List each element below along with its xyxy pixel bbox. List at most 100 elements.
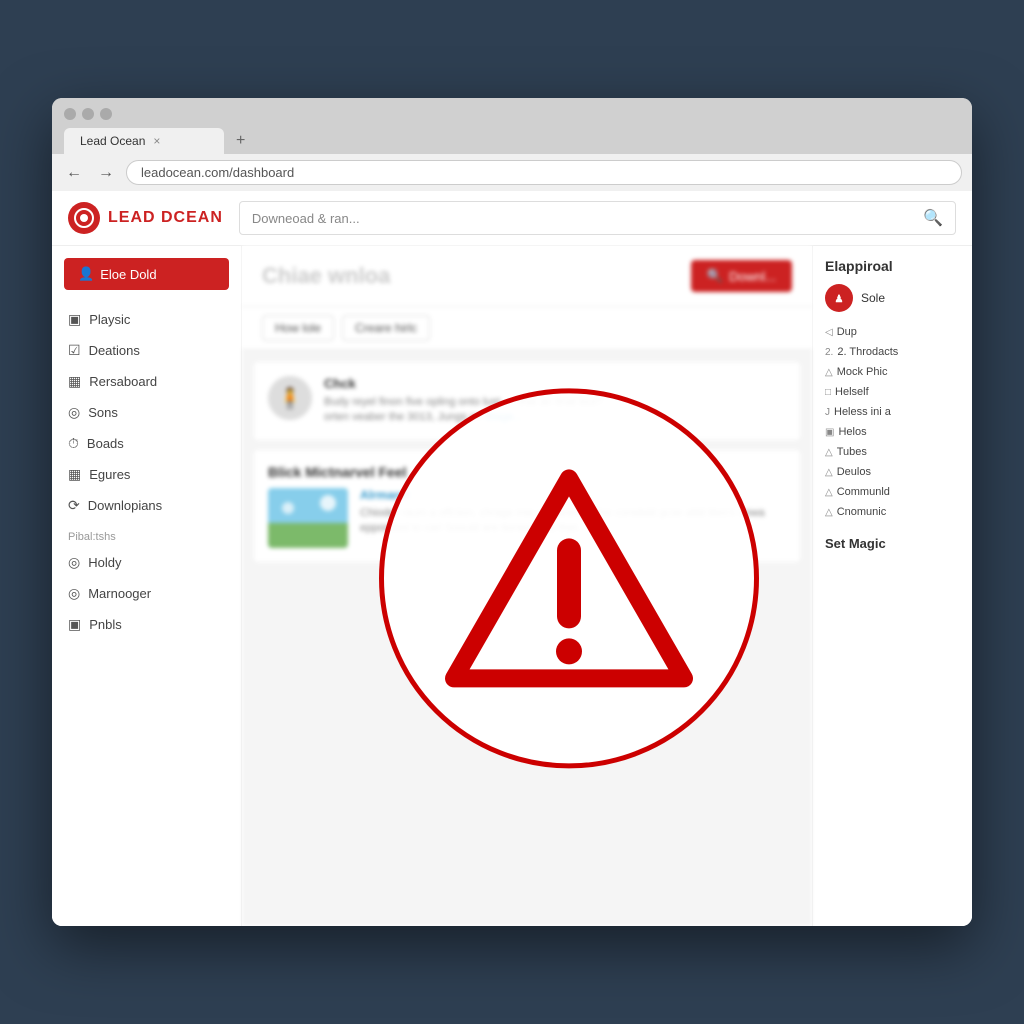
- warning-overlay: [379, 388, 759, 768]
- sidebar-item-playsic[interactable]: ▣ Playsic: [52, 304, 241, 335]
- downlopians-icon: ⟳: [68, 497, 80, 514]
- rs-item-cnomunic[interactable]: △ Cnomunic: [825, 502, 960, 522]
- warning-circle: [379, 388, 759, 768]
- right-sidebar: Elappiroal ♟ Sole ◁ Dup 2.: [812, 246, 972, 926]
- browser-tabs: Lead Ocean × +: [64, 128, 960, 154]
- sidebar-label-pnbls: Pnbls: [89, 617, 122, 632]
- rersaboard-icon: ▦: [68, 373, 81, 390]
- sidebar-label-holdy: Holdy: [88, 555, 121, 570]
- app-header: LEAD DCEAN Downeoad & ran... 🔍: [52, 191, 972, 246]
- rs-section-2-title: Set Magic: [825, 536, 960, 551]
- rs-item-helos[interactable]: ▣ Helos: [825, 422, 960, 442]
- tab-creare-hirlc[interactable]: Creare hirlc: [342, 315, 430, 341]
- sidebar-item-egures[interactable]: ▦ Egures: [52, 459, 241, 490]
- rs-icon-heless: J: [825, 407, 830, 418]
- rs-avatar: ♟: [825, 284, 853, 312]
- user-name: Eloe Dold: [100, 267, 156, 282]
- holdy-icon: ◎: [68, 554, 80, 571]
- new-tab-btn[interactable]: +: [228, 128, 253, 154]
- marnooger-icon: ◎: [68, 585, 80, 602]
- rs-icon-throdacts: 2.: [825, 347, 833, 358]
- address-bar[interactable]: leadocean.com/dashboard: [126, 160, 962, 185]
- rs-icon-communld: △: [825, 487, 833, 498]
- rs-item-heless[interactable]: J Heless ini a: [825, 402, 960, 422]
- logo: LEAD DCEAN: [68, 202, 223, 234]
- tab-title: Lead Ocean: [80, 134, 145, 148]
- sidebar-label-boads: Boads: [87, 436, 124, 451]
- forward-btn[interactable]: →: [94, 162, 118, 184]
- rs-item-tubes[interactable]: △ Tubes: [825, 442, 960, 462]
- back-btn[interactable]: ←: [62, 162, 86, 184]
- sons-icon: ◎: [68, 404, 80, 421]
- pnbls-icon: ▣: [68, 616, 81, 633]
- download-btn-label: Downl...: [729, 269, 776, 284]
- search-icon[interactable]: 🔍: [923, 208, 943, 228]
- dot-yellow: [82, 108, 94, 120]
- rs-icon-cnomunic: △: [825, 507, 833, 518]
- rs-item-throdacts[interactable]: 2. 2. Throdacts: [825, 342, 960, 362]
- browser-toolbar: ← → leadocean.com/dashboard: [52, 154, 972, 191]
- rs-item-dup[interactable]: ◁ Dup: [825, 322, 960, 342]
- browser-dots: [64, 108, 960, 120]
- svg-text:♟: ♟: [835, 294, 844, 305]
- rs-icon-helself: □: [825, 387, 831, 398]
- search-placeholder: Downeoad & ran...: [252, 211, 360, 226]
- sidebar-label-egures: Egures: [89, 467, 130, 482]
- download-icon: 🔍: [707, 268, 723, 284]
- article-2-image: [268, 488, 348, 548]
- sidebar-label-downlopians: Downlopians: [88, 498, 162, 513]
- sidebar-item-marnooger[interactable]: ◎ Marnooger: [52, 578, 241, 609]
- browser-chrome: Lead Ocean × +: [52, 98, 972, 154]
- rs-icon-helos: ▣: [825, 427, 834, 438]
- sidebar-item-boads[interactable]: ⏱ Boads: [52, 428, 241, 459]
- download-button[interactable]: 🔍 Downl...: [691, 260, 792, 292]
- rs-icon-tubes: △: [825, 447, 833, 458]
- search-bar[interactable]: Downeoad & ran... 🔍: [239, 201, 956, 235]
- egures-icon: ▦: [68, 466, 81, 483]
- sidebar-label-sons: Sons: [88, 405, 118, 420]
- rs-icon-mock: △: [825, 367, 833, 378]
- content-header: Chiae wnloa 🔍 Downl...: [242, 246, 812, 307]
- warning-triangle-svg: [439, 463, 699, 693]
- dot-red: [64, 108, 76, 120]
- sidebar-item-pnbls[interactable]: ▣ Pnbls: [52, 609, 241, 640]
- browser-tab-active[interactable]: Lead Ocean ×: [64, 128, 224, 154]
- address-text: leadocean.com/dashboard: [141, 165, 294, 180]
- playsic-icon: ▣: [68, 311, 81, 328]
- user-profile-btn[interactable]: 👤 Eloe Dold: [64, 258, 229, 290]
- right-sidebar-title: Elappiroal: [825, 258, 960, 274]
- rs-item-communld[interactable]: △ Communld: [825, 482, 960, 502]
- sidebar-label-marnooger: Marnooger: [88, 586, 151, 601]
- rs-profile-name: Sole: [861, 291, 885, 305]
- rs-icon-deulos: △: [825, 467, 833, 478]
- sidebar-item-deations[interactable]: ☑ Deations: [52, 335, 241, 366]
- tab-close-btn[interactable]: ×: [153, 134, 160, 148]
- rs-item-deulos[interactable]: △ Deulos: [825, 462, 960, 482]
- dot-green: [100, 108, 112, 120]
- sidebar-item-downlopians[interactable]: ⟳ Downlopians: [52, 490, 241, 521]
- rs-item-helself[interactable]: □ Helself: [825, 382, 960, 402]
- sidebar: 👤 Eloe Dold ▣ Playsic ☑ Deations ▦ Rersa…: [52, 246, 242, 926]
- user-icon: 👤: [78, 266, 94, 282]
- tab-how-lole[interactable]: How lole: [262, 315, 334, 341]
- sidebar-item-holdy[interactable]: ◎ Holdy: [52, 547, 241, 578]
- sidebar-label-rersaboard: Rersaboard: [89, 374, 157, 389]
- sidebar-label-deations: Deations: [89, 343, 140, 358]
- sidebar-item-sons[interactable]: ◎ Sons: [52, 397, 241, 428]
- rs-icon-dup: ◁: [825, 327, 833, 338]
- logo-icon: [68, 202, 100, 234]
- content-tabs: How lole Creare hirlc: [242, 307, 812, 350]
- sidebar-item-rersaboard[interactable]: ▦ Rersaboard: [52, 366, 241, 397]
- content-title: Chiae wnloa: [262, 263, 390, 289]
- sidebar-label-playsic: Playsic: [89, 312, 130, 327]
- browser-window: Lead Ocean × + ← → leadocean.com/dashboa…: [52, 98, 972, 926]
- right-sidebar-profile: ♟ Sole: [825, 284, 960, 312]
- logo-text: LEAD DCEAN: [108, 209, 223, 227]
- app-body: 👤 Eloe Dold ▣ Playsic ☑ Deations ▦ Rersa…: [52, 246, 972, 926]
- browser-content: LEAD DCEAN Downeoad & ran... 🔍 👤 Eloe Do…: [52, 191, 972, 926]
- article-1-avatar: 🧍: [268, 376, 312, 420]
- boads-icon: ⏱: [68, 435, 79, 452]
- sidebar-section-label: Pibal:tshs: [52, 521, 241, 547]
- deations-icon: ☑: [68, 342, 81, 359]
- rs-item-mock[interactable]: △ Mock Phic: [825, 362, 960, 382]
